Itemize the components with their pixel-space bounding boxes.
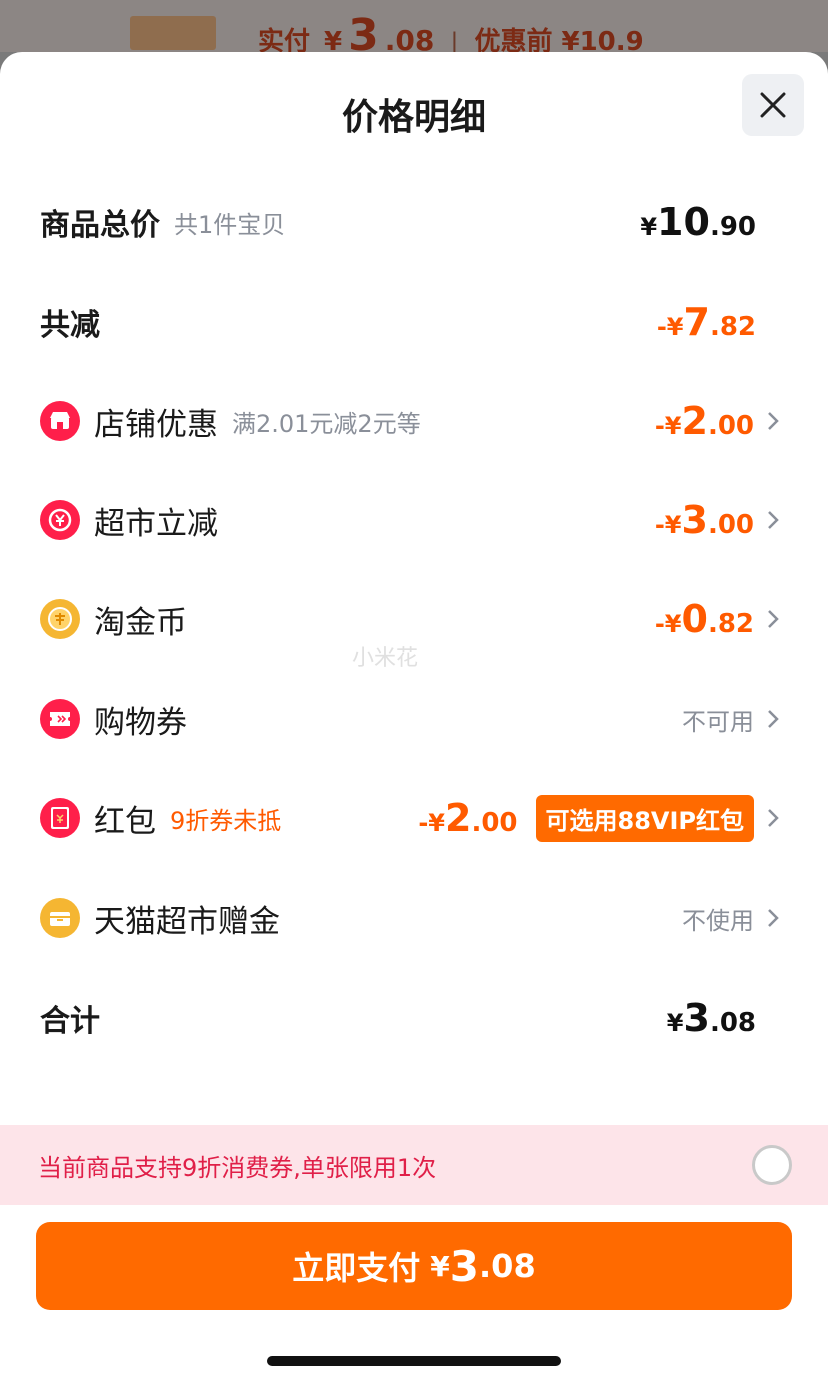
pay-yen: ¥: [430, 1249, 450, 1283]
yen-sign: -¥: [418, 809, 445, 837]
chevron-right-icon: [768, 909, 779, 927]
sum-value: ¥ 3 .08: [667, 996, 756, 1040]
price-dec: .82: [709, 312, 756, 342]
coin-value: -¥ 0 .82: [655, 597, 754, 641]
coupon-radio-button[interactable]: [752, 1145, 792, 1185]
sum-label: 合计: [40, 1004, 100, 1039]
yen-sign: -¥: [654, 511, 682, 539]
red-envelope-icon: [40, 798, 80, 838]
pay-label: 立即支付: [292, 1249, 421, 1287]
market-discount-label: 超市立减: [94, 505, 218, 542]
row-market-discount[interactable]: 超市立减 -¥ 3 .00: [0, 490, 828, 550]
vip-red-packet-badge[interactable]: 可选用88VIP红包: [535, 794, 754, 842]
voucher-label: 购物券: [94, 704, 187, 741]
gift-credit-label: 天猫超市赠金: [94, 903, 280, 940]
price-int: 10: [657, 200, 710, 244]
price-int: 2: [444, 796, 472, 840]
home-indicator[interactable]: [267, 1356, 561, 1366]
price-int: 3: [683, 996, 710, 1040]
shop-icon: [40, 401, 80, 441]
row-sum-total: 合计 ¥ 3 .08: [0, 988, 828, 1048]
market-discount-value: -¥ 3 .00: [655, 498, 754, 542]
gift-card-icon: [40, 898, 80, 938]
total-price-value: ¥ 10 .90: [640, 200, 756, 244]
gift-credit-status: 不使用: [682, 906, 754, 935]
coin-icon: [40, 599, 80, 639]
yen-sign: -¥: [654, 610, 682, 638]
yen-sign: -¥: [656, 313, 684, 341]
pay-price-int: 3: [449, 1241, 480, 1291]
row-total-price: 商品总价 共1件宝贝 ¥ 10 .90: [0, 192, 828, 252]
notice-text: 当前商品支持9折消费券,单张限用1次: [38, 1153, 437, 1182]
price-dec: .08: [709, 1008, 756, 1038]
voucher-status: 不可用: [682, 707, 754, 736]
price-dec: .00: [707, 510, 754, 540]
row-red-packet[interactable]: 红包 9折券未抵 -¥ 2 .00 可选用88VIP红包: [0, 788, 828, 848]
row-shop-discount[interactable]: 店铺优惠 满2.01元减2元等 -¥ 2 .00: [0, 391, 828, 451]
shop-discount-desc: 满2.01元减2元等: [232, 409, 421, 438]
chevron-right-icon: [768, 610, 779, 628]
top-summary-bar: 实付 ¥ 3 .08 | 优惠前 ¥10.9: [0, 0, 828, 61]
close-icon: [760, 92, 786, 118]
yen-sign: ¥: [666, 1009, 684, 1037]
price-int: 0: [681, 597, 708, 641]
price-dec: .00: [707, 411, 754, 441]
watermark: 小米花: [352, 646, 419, 671]
price-int: 7: [683, 300, 710, 344]
yen-discount-icon: [40, 500, 80, 540]
price-dec: .82: [707, 609, 754, 639]
item-count: 共1件宝贝: [174, 210, 286, 239]
shop-discount-label: 店铺优惠: [94, 406, 218, 443]
ticket-icon: [40, 699, 80, 739]
shop-discount-value: -¥ 2 .00: [655, 399, 754, 443]
reduction-label: 共减: [40, 308, 100, 343]
row-total-reduction: 共减 -¥ 7 .82: [0, 292, 828, 352]
yen-sign: ¥: [640, 213, 658, 241]
pay-price-dec: .08: [479, 1247, 536, 1285]
chevron-right-icon: [768, 412, 779, 430]
chevron-right-icon: [768, 710, 779, 728]
row-tmall-gift-credit[interactable]: 天猫超市赠金 不使用: [0, 888, 828, 948]
consumer-coupon-notice: 当前商品支持9折消费券,单张限用1次: [0, 1125, 828, 1205]
sheet-title: 价格明细: [341, 97, 486, 138]
reduction-value: -¥ 7 .82: [657, 300, 756, 344]
pay-now-button[interactable]: 立即支付 ¥ 3 .08: [36, 1222, 792, 1310]
chevron-right-icon: [768, 511, 779, 529]
yen-sign: -¥: [654, 412, 682, 440]
price-detail-sheet: 价格明细 商品总价 共1件宝贝 ¥ 10 .90 共减 -¥ 7 .82 店铺优…: [0, 52, 828, 1383]
close-button[interactable]: [742, 74, 804, 136]
price-dec: .90: [709, 212, 756, 242]
price-dec: .00: [471, 808, 518, 838]
top-price-summary: 实付 ¥ 3 .08 | 优惠前 ¥10.9: [258, 10, 644, 61]
price-int: 2: [681, 399, 708, 443]
red-packet-note: 9折券未抵: [170, 806, 282, 835]
total-price-label: 商品总价: [40, 208, 160, 243]
product-thumbnail: [130, 16, 216, 50]
price-int: 3: [681, 498, 708, 542]
coin-label: 淘金币: [94, 604, 187, 641]
red-packet-label: 红包: [94, 803, 156, 840]
red-packet-value: -¥ 2 .00: [418, 796, 517, 840]
chevron-right-icon: [768, 809, 779, 827]
row-shopping-voucher[interactable]: 购物券 不可用: [0, 689, 828, 749]
